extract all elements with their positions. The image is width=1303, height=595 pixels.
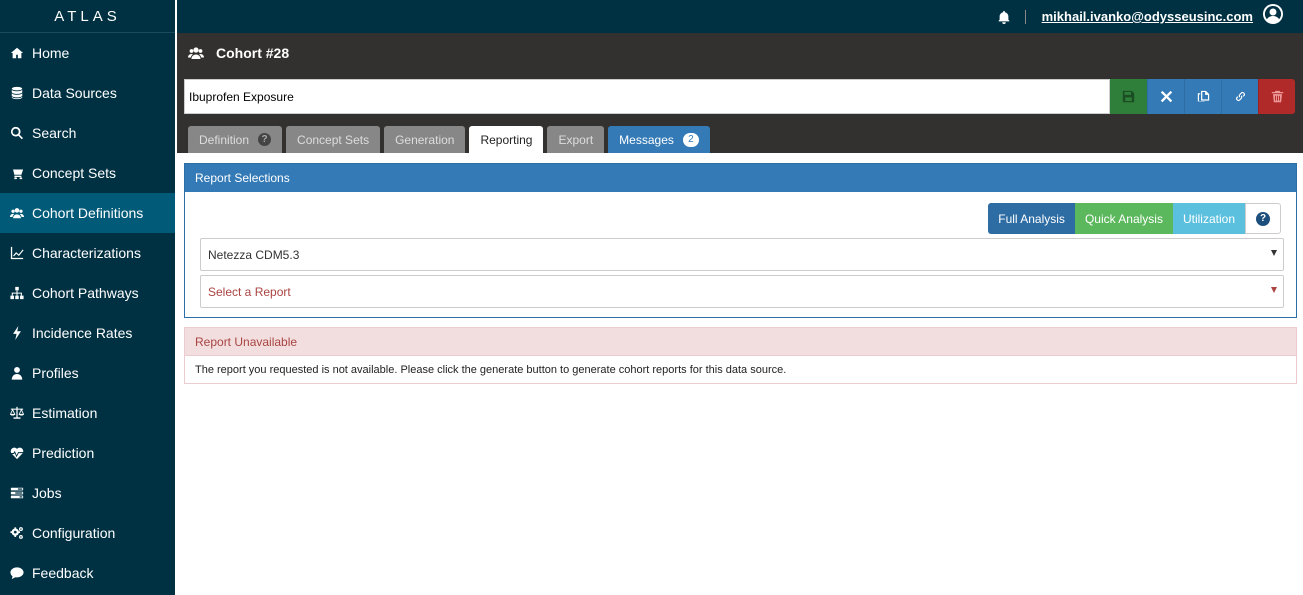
sidebar-item-label: Data Sources [32, 85, 117, 101]
comment-icon [9, 565, 25, 581]
sidebar-item-label: Configuration [32, 525, 116, 541]
tab-reporting[interactable]: Reporting [469, 126, 544, 153]
app-root: ATLAS Home Data Sources Search Concept S… [0, 0, 1303, 595]
sidebar-item-incidence-rates[interactable]: Incidence Rates [0, 313, 175, 353]
users-icon [188, 47, 204, 59]
caret-down-icon [1271, 250, 1277, 256]
sidebar-item-estimation[interactable]: Estimation [0, 393, 175, 433]
report-selections-heading: Report Selections [185, 164, 1296, 192]
app-logo[interactable]: ATLAS [0, 0, 175, 33]
database-icon [9, 85, 25, 101]
tab-export[interactable]: Export [547, 126, 605, 153]
sidebar-item-label: Search [32, 125, 77, 141]
quick-analysis-button[interactable]: Quick Analysis [1074, 203, 1173, 234]
tab-label: Messages [619, 132, 674, 147]
tasks-icon [9, 485, 25, 501]
main-content: Cohort #28 Ibuprofen Exposure Definition… [175, 33, 1303, 595]
sidebar-item-cohort-pathways[interactable]: Cohort Pathways [0, 273, 175, 313]
sidebar-item-home[interactable]: Home [0, 33, 175, 73]
sidebar-item-jobs[interactable]: Jobs [0, 473, 175, 513]
line-chart-icon [9, 245, 25, 261]
save-button[interactable] [1110, 79, 1147, 114]
top-bar: mikhail.ivanko@odysseusinc.com [175, 0, 1303, 33]
report-select-placeholder: Select a Report [208, 284, 291, 299]
cohort-name-row [184, 79, 1297, 114]
balance-scale-icon [9, 405, 25, 421]
sitemap-icon [9, 285, 25, 301]
sidebar-item-label: Profiles [32, 365, 79, 381]
search-icon [9, 125, 25, 141]
sidebar-item-characterizations[interactable]: Characterizations [0, 233, 175, 273]
tab-concept-sets[interactable]: Concept Sets [286, 126, 381, 153]
cohort-title: Cohort #28 [216, 45, 290, 61]
cohort-tabs: Definition ? Concept Sets Generation Rep… [188, 126, 714, 153]
link-button[interactable] [1221, 79, 1258, 114]
sidebar-item-label: Incidence Rates [32, 325, 133, 341]
trash-icon [1271, 90, 1283, 103]
alert-title: Report Unavailable [185, 328, 1296, 356]
report-select[interactable]: Select a Report [200, 275, 1284, 308]
sidebar-item-prediction[interactable]: Prediction [0, 433, 175, 473]
sidebar-item-label: Cohort Definitions [32, 205, 144, 221]
heartbeat-icon [9, 445, 25, 461]
analysis-button-group: Full Analysis Quick Analysis Utilization… [988, 203, 1281, 234]
page-title: Cohort #28 [188, 45, 289, 61]
tab-label: Generation [395, 132, 455, 147]
close-icon [1160, 90, 1172, 103]
sidebar-item-label: Feedback [32, 565, 94, 581]
sidebar-item-label: Estimation [32, 405, 98, 421]
close-button[interactable] [1147, 79, 1184, 114]
cohort-header: Cohort #28 Ibuprofen Exposure Definition… [177, 33, 1303, 153]
user-circle-icon[interactable] [1263, 4, 1283, 29]
tab-messages[interactable]: Messages 2 [608, 126, 710, 153]
sidebar-item-label: Characterizations [32, 245, 141, 261]
question-circle-icon[interactable]: ? [258, 133, 272, 146]
sidebar-item-label: Prediction [32, 445, 95, 461]
sidebar-item-label: Concept Sets [32, 165, 117, 181]
sidebar-item-cohort-definitions[interactable]: Cohort Definitions [0, 193, 175, 233]
utilization-button[interactable]: Utilization [1172, 203, 1245, 234]
sidebar-item-profiles[interactable]: Profiles [0, 353, 175, 393]
copy-button[interactable] [1184, 79, 1221, 114]
divider [1024, 9, 1026, 24]
user-email-link[interactable]: mikhail.ivanko@odysseusinc.com [1042, 9, 1253, 24]
tab-label: Reporting [480, 132, 533, 147]
save-icon [1122, 90, 1135, 103]
sidebar-item-search[interactable]: Search [0, 113, 175, 153]
sidebar-item-feedback[interactable]: Feedback [0, 553, 175, 593]
tab-label: Definition [199, 132, 250, 147]
report-unavailable-alert: Report Unavailable The report you reques… [184, 327, 1297, 384]
link-icon [1235, 92, 1245, 101]
messages-count-badge: 2 [682, 132, 699, 147]
users-icon [9, 205, 25, 221]
cogs-icon [9, 525, 25, 541]
cart-icon [9, 165, 25, 181]
bolt-icon [9, 325, 25, 341]
full-analysis-button[interactable]: Full Analysis [988, 203, 1075, 234]
sidebar-item-label: Cohort Pathways [32, 285, 139, 301]
tab-label: Concept Sets [297, 132, 370, 147]
alert-message: The report you requested is not availabl… [195, 364, 787, 376]
tab-label: Export [558, 132, 594, 147]
data-source-selected: Netezza CDM5.3 [208, 247, 300, 262]
sidebar-item-concept-sets[interactable]: Concept Sets [0, 153, 175, 193]
cohort-name-input[interactable] [184, 79, 1110, 114]
bell-icon[interactable] [997, 10, 1011, 24]
sidebar: ATLAS Home Data Sources Search Concept S… [0, 0, 175, 595]
data-source-select[interactable]: Netezza CDM5.3 [200, 238, 1284, 271]
caret-down-icon [1271, 287, 1277, 293]
report-selections-panel: Report Selections Full Analysis Quick An… [184, 163, 1297, 318]
sidebar-item-data-sources[interactable]: Data Sources [0, 73, 175, 113]
help-button[interactable]: ? [1245, 203, 1281, 234]
sidebar-item-label: Jobs [32, 485, 62, 501]
sidebar-item-configuration[interactable]: Configuration [0, 513, 175, 553]
tab-generation[interactable]: Generation [384, 126, 466, 153]
sidebar-item-label: Home [32, 45, 70, 61]
user-icon [9, 365, 25, 381]
question-circle-icon: ? [1256, 211, 1270, 226]
home-icon [9, 45, 25, 61]
delete-button[interactable] [1258, 79, 1295, 114]
copy-icon [1197, 90, 1209, 102]
tab-definition[interactable]: Definition ? [188, 126, 283, 153]
